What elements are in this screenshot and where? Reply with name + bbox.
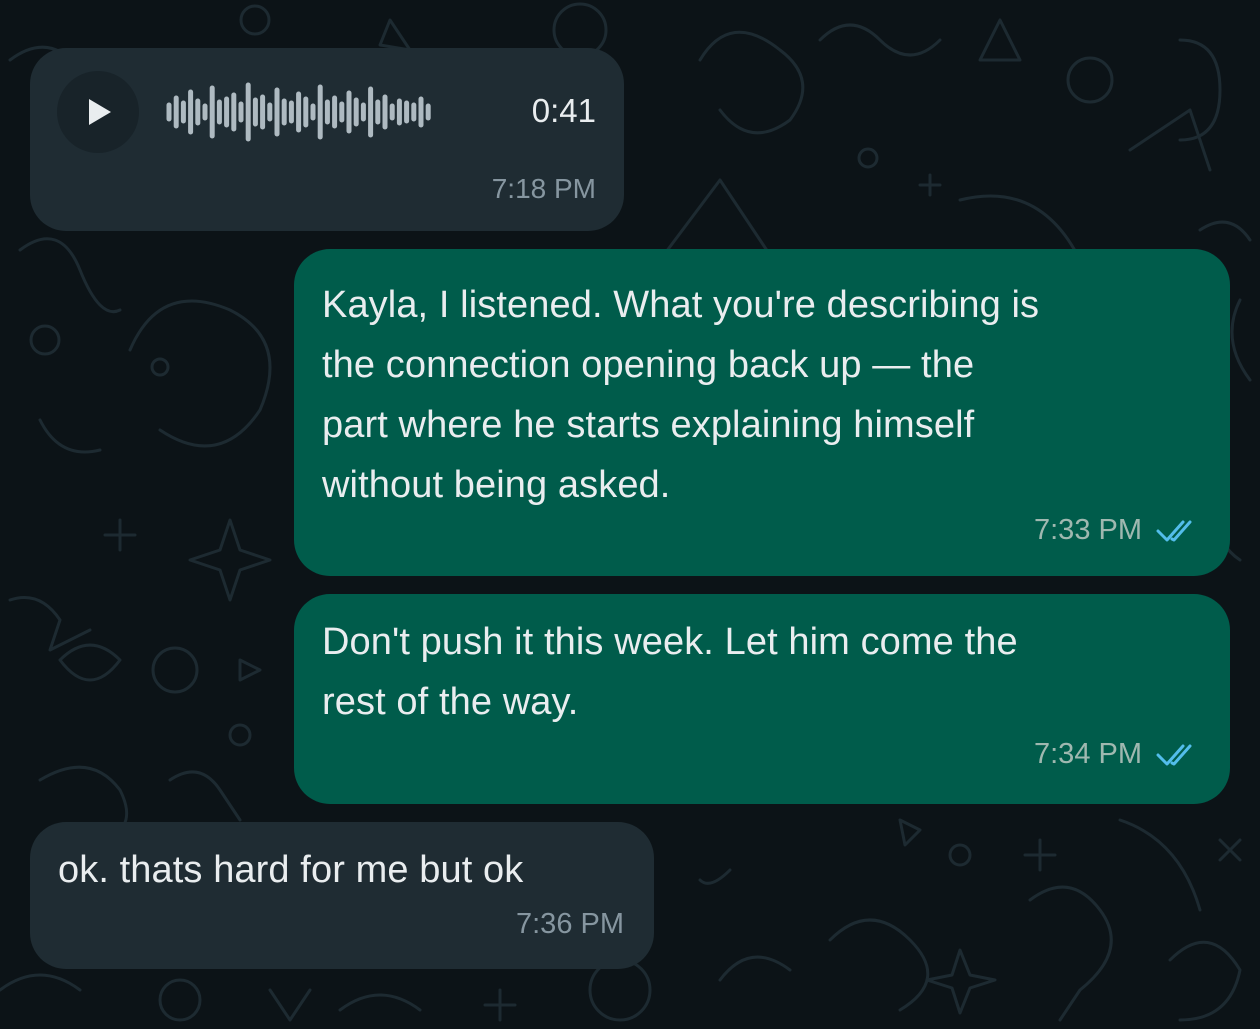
message-timestamp: 7:33 PM (1034, 514, 1142, 546)
message-timestamp: 7:18 PM (491, 173, 596, 204)
voice-duration: 0:41 (531, 92, 596, 129)
outgoing-message-bubble: Kayla, I listened. What you're describin… (294, 249, 1230, 576)
message-text: Don't push it this week. Let him come th… (322, 621, 1018, 723)
message-meta: 7:34 PM (1034, 738, 1200, 771)
message-timestamp: 7:34 PM (1034, 738, 1142, 770)
double-check-icon (1156, 744, 1192, 765)
message-meta: 7:36 PM (516, 908, 624, 941)
outgoing-message-bubble: Don't push it this week. Let him come th… (294, 594, 1230, 804)
voice-waveform[interactable] (165, 81, 435, 143)
incoming-message-bubble: ok. thats hard for me but ok 7:36 PM (30, 822, 654, 969)
play-icon (89, 99, 111, 125)
message-meta: 7:33 PM (1034, 514, 1200, 547)
message-text: ok. thats hard for me but ok (58, 849, 524, 891)
play-button[interactable] (57, 71, 139, 153)
message-text: Kayla, I listened. What you're describin… (322, 284, 1040, 506)
double-check-icon (1156, 520, 1192, 541)
message-timestamp: 7:36 PM (516, 908, 624, 940)
